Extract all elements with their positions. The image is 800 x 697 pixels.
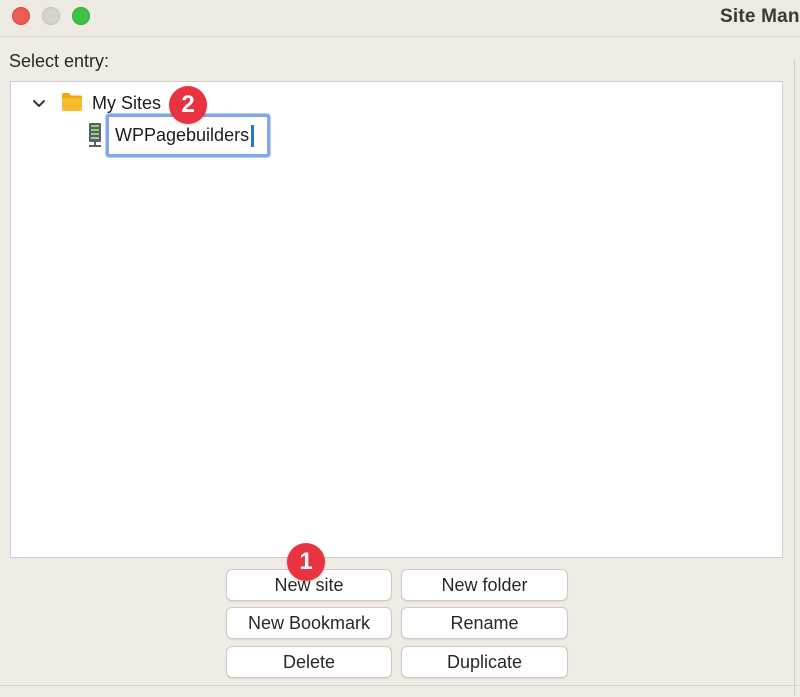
step-1-badge: 1 (287, 543, 325, 581)
close-window-button[interactable] (12, 7, 30, 25)
chevron-down-icon[interactable] (31, 96, 47, 112)
new-bookmark-button[interactable]: New Bookmark (226, 607, 392, 639)
folder-icon (61, 92, 83, 112)
divider (0, 685, 800, 686)
delete-button[interactable]: Delete (226, 646, 392, 678)
site-tree[interactable]: My Sites WPPagebuilders (10, 81, 783, 558)
server-icon (87, 122, 103, 148)
tree-folder-my-sites[interactable]: My Sites (92, 93, 161, 114)
divider (794, 60, 795, 696)
window-title: Site Man (720, 6, 800, 27)
step-2-badge: 2 (169, 86, 207, 124)
duplicate-button[interactable]: Duplicate (401, 646, 568, 678)
site-name-value: WPPagebuilders (115, 125, 255, 148)
rename-button[interactable]: Rename (401, 607, 568, 639)
select-entry-label: Select entry: (9, 51, 110, 71)
maximize-window-button[interactable] (72, 7, 90, 25)
title-bar: Site Man (0, 0, 800, 37)
text-caret (251, 125, 255, 148)
minimize-window-button[interactable] (42, 7, 60, 25)
new-folder-button[interactable]: New folder (401, 569, 568, 601)
